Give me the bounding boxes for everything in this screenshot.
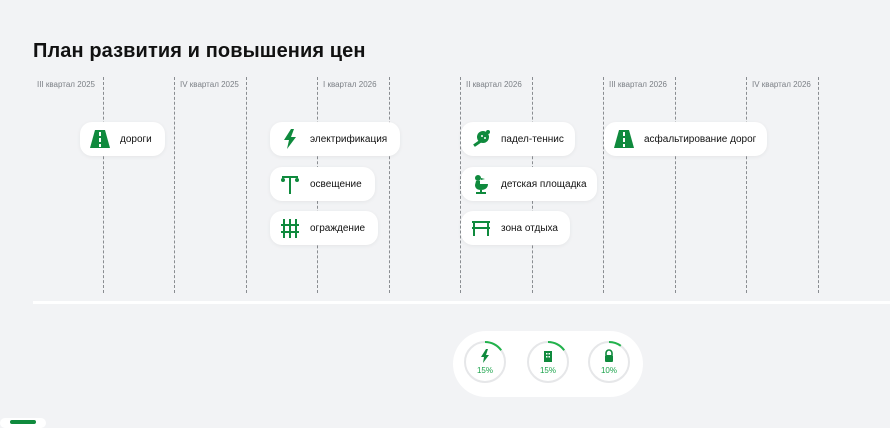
card-label: асфальтирование дорог	[644, 133, 757, 145]
card-label: электрификация	[310, 133, 388, 145]
card-label: падел-теннис	[501, 133, 564, 145]
timeline-divider	[174, 77, 175, 293]
lock-icon	[602, 349, 616, 363]
bench-icon	[471, 218, 491, 238]
lightning-icon	[478, 349, 492, 363]
corner-tab[interactable]	[0, 418, 46, 428]
building-icon	[541, 349, 555, 363]
stat-ring: 10%	[587, 340, 631, 384]
timeline-baseline	[33, 301, 890, 304]
playground-duck-icon	[471, 174, 491, 194]
road-icon	[614, 129, 634, 149]
fence-icon	[280, 218, 300, 238]
road-icon	[90, 129, 110, 149]
timeline-divider	[389, 77, 390, 293]
quarter-label: IV квартал 2026	[752, 80, 811, 89]
timeline-card-roads: дороги	[80, 122, 165, 156]
stat-ring: 15%	[526, 340, 570, 384]
quarter-label: I квартал 2026	[323, 80, 377, 89]
timeline-divider	[746, 77, 747, 293]
page-title: План развития и повышения цен	[33, 40, 366, 62]
timeline-card-fencing: ограждение	[270, 211, 378, 245]
quarter-label: IV квартал 2025	[180, 80, 239, 89]
timeline-divider	[818, 77, 819, 293]
timeline-card-paddle-tennis: падел-теннис	[461, 122, 575, 156]
stat-percent: 10%	[600, 366, 617, 375]
card-label: ограждение	[310, 222, 366, 234]
timeline-divider	[246, 77, 247, 293]
stat-percent: 15%	[476, 366, 493, 375]
quarter-label: III квартал 2025	[37, 80, 95, 89]
timeline-card-playground: детская площадка	[461, 167, 597, 201]
price-increase-panel: 15% 15% 10%	[453, 331, 643, 397]
timeline-divider	[675, 77, 676, 293]
card-label: дороги	[120, 133, 152, 145]
card-label: освещение	[310, 178, 362, 190]
stat-percent: 15%	[539, 366, 556, 375]
timeline-divider	[603, 77, 604, 293]
street-lamp-icon	[280, 174, 300, 194]
card-label: детская площадка	[501, 178, 587, 190]
timeline-divider	[103, 77, 104, 293]
timeline-card-electrification: электрификация	[270, 122, 400, 156]
timeline-card-rest-area: зона отдыха	[461, 211, 570, 245]
quarter-label: III квартал 2026	[609, 80, 667, 89]
paddle-tennis-icon	[471, 129, 491, 149]
lightning-icon	[280, 129, 300, 149]
timeline-card-lighting: освещение	[270, 167, 375, 201]
timeline-card-road-paving: асфальтирование дорог	[604, 122, 767, 156]
stat-ring: 15%	[463, 340, 507, 384]
card-label: зона отдыха	[501, 222, 558, 234]
quarter-label: II квартал 2026	[466, 80, 522, 89]
